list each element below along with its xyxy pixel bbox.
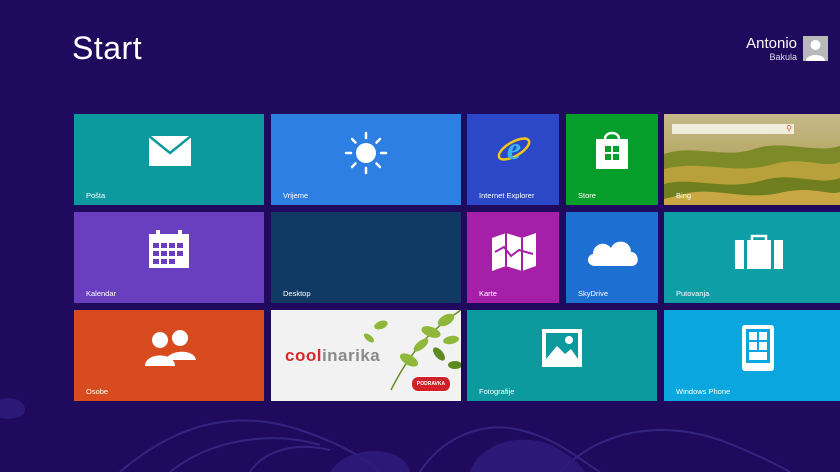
coolinarika-logo: coolinarika bbox=[285, 346, 380, 366]
tile-label-desktop: Desktop bbox=[283, 289, 311, 298]
tile-karte[interactable]: Karte bbox=[467, 212, 559, 303]
user-last-name: Bakula bbox=[769, 52, 797, 62]
tile-label-bing: Bing bbox=[676, 191, 692, 200]
tile-coolinarika[interactable]: coolinarika PODRAVKA bbox=[271, 310, 461, 401]
svg-text:e: e bbox=[507, 132, 521, 166]
mail-icon bbox=[148, 135, 192, 166]
sun-icon bbox=[344, 131, 388, 175]
tile-label-karte: Karte bbox=[479, 289, 497, 298]
store-bag-icon bbox=[596, 131, 628, 169]
coolinarika-wordmark-part1: cool bbox=[285, 346, 322, 365]
tile-label-windows-phone: Windows Phone bbox=[676, 387, 731, 396]
tile-label-posta: Pošta bbox=[86, 191, 106, 200]
tile-fotografije[interactable]: Fotografije bbox=[467, 310, 657, 401]
people-icon bbox=[145, 330, 196, 366]
photo-icon bbox=[542, 329, 582, 367]
tile-store[interactable]: Store bbox=[566, 114, 658, 205]
tile-kalendar[interactable]: Kalendar bbox=[74, 212, 264, 303]
search-icon[interactable]: ⚲ bbox=[786, 124, 792, 134]
suitcase-icon bbox=[735, 234, 783, 269]
tile-putovanja[interactable]: Putovanja bbox=[664, 212, 840, 303]
tile-posta[interactable]: Pošta bbox=[74, 114, 264, 205]
tile-skydrive[interactable]: SkyDrive bbox=[566, 212, 658, 303]
bing-search-box[interactable]: ⚲ bbox=[672, 124, 794, 134]
calendar-icon bbox=[149, 230, 189, 268]
podravka-badge: PODRAVKA bbox=[411, 376, 451, 392]
phone-icon bbox=[742, 325, 774, 371]
tile-label-osobe: Osobe bbox=[86, 387, 109, 396]
tile-label-putovanja: Putovanja bbox=[676, 289, 710, 298]
map-icon bbox=[492, 233, 536, 271]
user-avatar-icon[interactable] bbox=[803, 36, 828, 61]
tile-label-store: Store bbox=[578, 191, 596, 200]
tile-windows-phone[interactable]: Windows Phone bbox=[664, 310, 840, 401]
tile-label-skydrive: SkyDrive bbox=[578, 289, 609, 298]
tile-desktop[interactable]: Desktop bbox=[271, 212, 461, 303]
tile-internet-explorer[interactable]: e Internet Explorer bbox=[467, 114, 559, 205]
user-first-name: Antonio bbox=[746, 35, 797, 52]
user-name-block: Antonio Bakula bbox=[746, 36, 797, 64]
tile-osobe[interactable]: Osobe bbox=[74, 310, 264, 401]
internet-explorer-icon: e bbox=[497, 132, 531, 166]
tile-label-kalendar: Kalendar bbox=[86, 289, 117, 298]
tile-label-vrijeme: Vrijeme bbox=[283, 191, 309, 200]
tile-label-internet-explorer: Internet Explorer bbox=[479, 191, 535, 200]
tile-bing[interactable]: ⚲ Bing bbox=[664, 114, 840, 205]
tile-vrijeme[interactable]: Vrijeme bbox=[271, 114, 461, 205]
user-account[interactable]: Antonio Bakula bbox=[746, 36, 828, 64]
tile-label-fotografije: Fotografije bbox=[479, 387, 515, 396]
cloud-icon bbox=[587, 241, 638, 266]
start-title: Start bbox=[72, 30, 143, 66]
coolinarika-wordmark-part2: inarika bbox=[321, 346, 381, 365]
